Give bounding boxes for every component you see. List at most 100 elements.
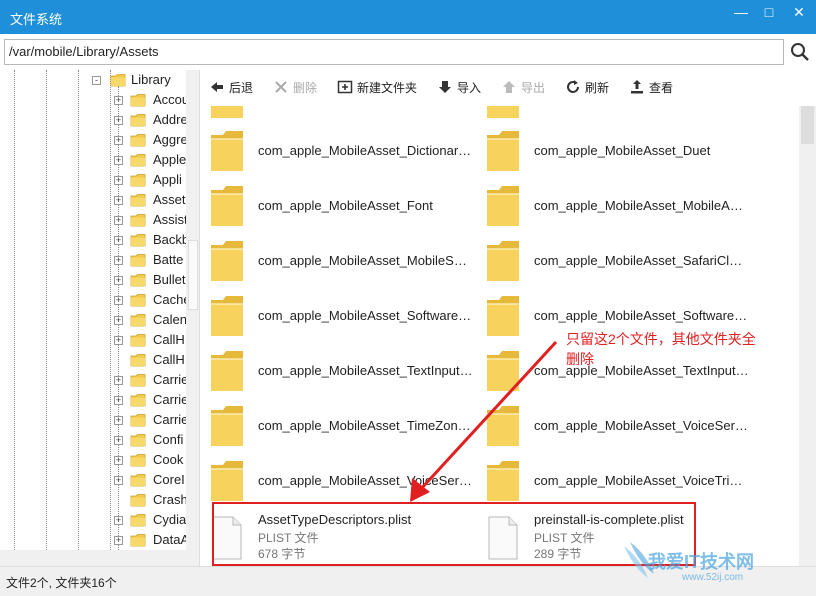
folder-item[interactable]: com_apple_MobileAsset_MobileAcc... bbox=[477, 182, 753, 232]
minimize-button[interactable]: — bbox=[726, 2, 756, 24]
tree-horizontal-scrollbar[interactable] bbox=[0, 550, 186, 566]
new-folder-button[interactable]: 新建文件夹 bbox=[337, 78, 417, 98]
tree-item[interactable]: + Calen bbox=[0, 310, 187, 330]
expand-icon[interactable]: + bbox=[114, 316, 123, 325]
tree-item[interactable]: + Batte bbox=[0, 250, 186, 270]
import-button[interactable]: 导入 bbox=[437, 78, 481, 98]
expand-icon[interactable]: + bbox=[114, 276, 123, 285]
folder-icon bbox=[130, 533, 146, 547]
back-button[interactable]: 后退 bbox=[209, 78, 253, 98]
expand-icon[interactable]: + bbox=[114, 516, 123, 525]
expand-icon[interactable]: + bbox=[114, 156, 123, 165]
folder-item[interactable]: com_apple_MobileAsset_Duet bbox=[477, 127, 753, 177]
watermark-logo: 我爱IT技术网 www.52ij.com bbox=[620, 536, 810, 592]
expand-icon[interactable]: + bbox=[114, 136, 123, 145]
tree-item[interactable]: + Carrie bbox=[0, 370, 188, 390]
tree-item[interactable]: + Aggre bbox=[0, 130, 188, 150]
tree-item[interactable]: + Accou bbox=[0, 90, 189, 110]
tree-item[interactable]: + CallH bbox=[0, 330, 186, 350]
file-scroll-thumb[interactable] bbox=[801, 106, 814, 144]
tree-item[interactable]: + Assist bbox=[0, 210, 188, 230]
expand-icon[interactable]: + bbox=[114, 376, 123, 385]
folder-item[interactable]: com_apple_MobileAsset_SafariClou... bbox=[477, 237, 753, 287]
tree-item-library[interactable]: - Library bbox=[0, 70, 186, 90]
expand-icon[interactable]: + bbox=[114, 256, 123, 265]
folder-icon bbox=[130, 353, 146, 367]
folder-name: com_apple_MobileAsset_TextInput_... bbox=[258, 363, 473, 378]
folder-item[interactable]: com_apple_MobileAsset_Dictionary... bbox=[201, 127, 477, 177]
file-scrollbar[interactable] bbox=[799, 106, 816, 566]
folder-item[interactable] bbox=[477, 106, 753, 124]
tree-item[interactable]: + CoreI bbox=[0, 470, 186, 490]
folder-item[interactable]: com_apple_MobileAsset_VoiceServi... bbox=[477, 402, 753, 452]
expand-icon[interactable]: + bbox=[114, 336, 123, 345]
folder-item[interactable]: com_apple_MobileAsset_SoftwareU... bbox=[201, 292, 477, 342]
folder-item[interactable]: com_apple_MobileAsset_MobileSoft... bbox=[201, 237, 477, 287]
tree-item-label: Appli bbox=[153, 172, 182, 187]
folder-icon bbox=[130, 173, 146, 187]
tree-item[interactable]: + Apple bbox=[0, 150, 186, 170]
expand-icon[interactable]: + bbox=[114, 96, 123, 105]
view-button[interactable]: 查看 bbox=[629, 78, 673, 98]
collapse-icon[interactable]: - bbox=[92, 76, 101, 85]
expand-icon[interactable]: + bbox=[114, 296, 123, 305]
tree-item[interactable]: + Bullet bbox=[0, 270, 186, 290]
search-button[interactable] bbox=[788, 39, 812, 65]
tree-scrollbar[interactable] bbox=[186, 70, 199, 566]
expand-icon[interactable]: + bbox=[114, 236, 123, 245]
expand-icon[interactable]: + bbox=[114, 116, 123, 125]
tree-item[interactable]: CallH bbox=[0, 350, 186, 370]
tree-item[interactable]: + Carrie bbox=[0, 390, 188, 410]
folder-name: com_apple_MobileAsset_Dictionary... bbox=[258, 143, 473, 158]
toolbar: 后退 删除 新建文件夹 导入 导出 刷新 查看 bbox=[201, 70, 816, 106]
expand-icon[interactable]: + bbox=[114, 476, 123, 485]
tree-item[interactable]: + Asset bbox=[0, 190, 186, 210]
folder-icon bbox=[485, 182, 521, 228]
folder-icon bbox=[130, 253, 146, 267]
tree-item-label: Crash bbox=[153, 492, 188, 507]
annotation-text: 只留这2个文件，其他文件夹全 删除 bbox=[566, 329, 786, 369]
path-input[interactable]: /var/mobile/Library/Assets bbox=[4, 39, 784, 65]
expand-icon[interactable]: + bbox=[114, 416, 123, 425]
folder-item[interactable]: com_apple_MobileAsset_VoiceTrigg... bbox=[477, 457, 753, 507]
tree-item[interactable]: Crash bbox=[0, 490, 188, 510]
folder-item[interactable] bbox=[201, 106, 477, 124]
export-arrow-icon bbox=[503, 81, 515, 93]
tree-item[interactable]: + Confi bbox=[0, 430, 186, 450]
tree-item[interactable]: + Appli bbox=[0, 170, 186, 190]
delete-button[interactable]: 删除 bbox=[273, 78, 317, 98]
folder-icon bbox=[209, 106, 245, 120]
folder-icon bbox=[209, 292, 245, 338]
folder-icon bbox=[130, 433, 146, 447]
tree-item[interactable]: + Cydia bbox=[0, 510, 186, 530]
expand-icon[interactable]: + bbox=[114, 176, 123, 185]
expand-icon[interactable]: + bbox=[114, 396, 123, 405]
tree-item-label: CoreI bbox=[153, 472, 185, 487]
folder-icon bbox=[485, 347, 521, 393]
expand-icon[interactable]: + bbox=[114, 456, 123, 465]
expand-icon[interactable]: + bbox=[114, 196, 123, 205]
expand-icon[interactable]: + bbox=[114, 216, 123, 225]
folder-item[interactable]: com_apple_MobileAsset_Font bbox=[201, 182, 477, 232]
folder-icon bbox=[130, 133, 146, 147]
tree-item[interactable]: + Addre bbox=[0, 110, 188, 130]
export-button[interactable]: 导出 bbox=[501, 78, 545, 98]
folder-item[interactable]: com_apple_MobileAsset_TextInput_... bbox=[201, 347, 477, 397]
tree-item[interactable]: + Cache bbox=[0, 290, 191, 310]
folder-name: com_apple_MobileAsset_VoiceServi... bbox=[258, 473, 473, 488]
tree-item[interactable]: + Backb bbox=[0, 230, 189, 250]
folder-icon bbox=[130, 473, 146, 487]
tree-item[interactable]: + DataA bbox=[0, 530, 189, 550]
maximize-button[interactable]: □ bbox=[754, 2, 784, 24]
expand-icon[interactable]: + bbox=[114, 436, 123, 445]
folder-icon bbox=[130, 373, 146, 387]
refresh-button[interactable]: 刷新 bbox=[565, 78, 609, 98]
tree-scroll-thumb[interactable] bbox=[188, 240, 198, 310]
import-label: 导入 bbox=[457, 81, 482, 95]
close-button[interactable]: ✕ bbox=[784, 2, 814, 24]
tree-item[interactable]: + Carrie bbox=[0, 410, 188, 430]
expand-icon[interactable]: + bbox=[114, 536, 123, 545]
folder-item[interactable]: com_apple_MobileAsset_VoiceServi... bbox=[201, 457, 477, 507]
folder-item[interactable]: com_apple_MobileAsset_TimeZone... bbox=[201, 402, 477, 452]
tree-item[interactable]: + Cook bbox=[0, 450, 186, 470]
